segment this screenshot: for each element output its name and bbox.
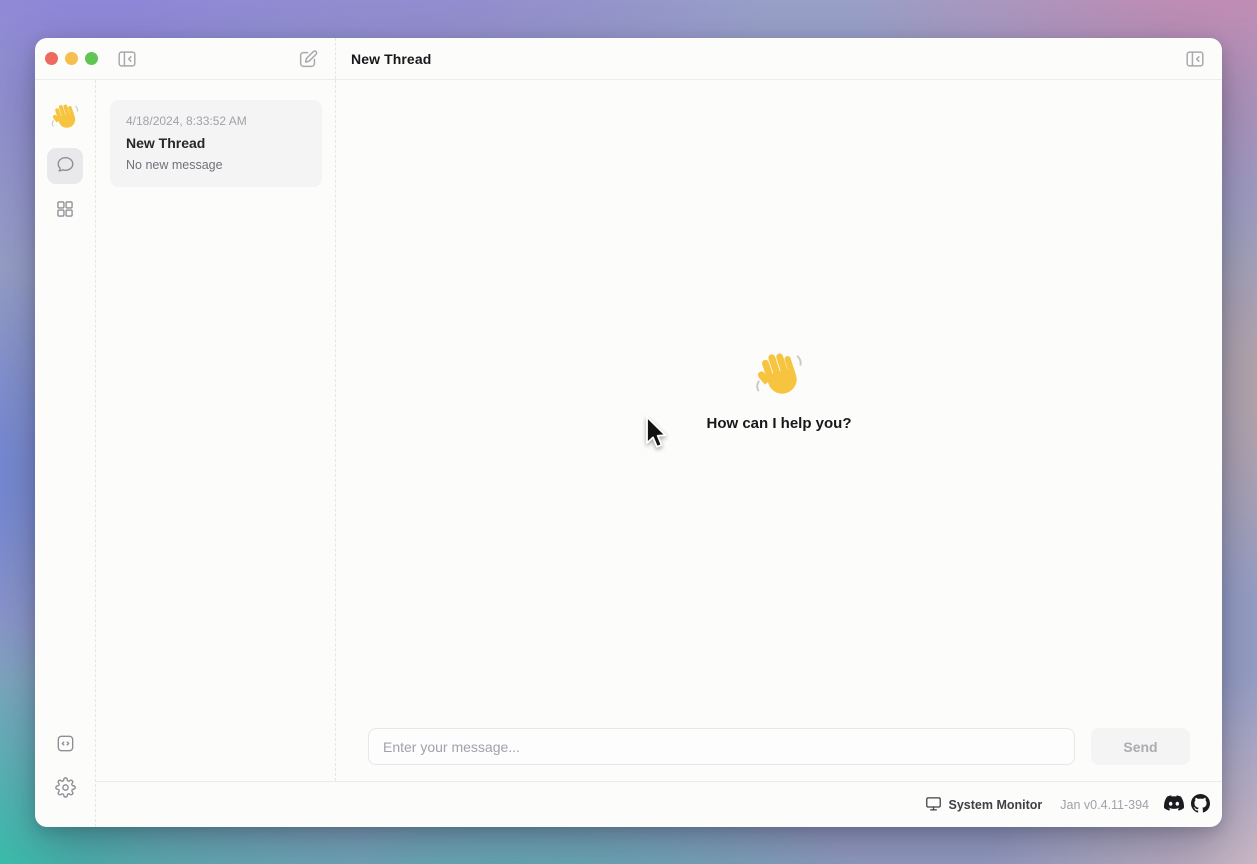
titlebar: New Thread (35, 38, 1222, 80)
status-bar: System Monitor Jan v0.4.11-394 (96, 781, 1222, 827)
app-version: Jan v0.4.11-394 (1060, 798, 1149, 812)
thread-list-item[interactable]: 4/18/2024, 8:33:52 AM New Thread No new … (110, 100, 322, 187)
waving-hand-emoji-icon (50, 102, 80, 137)
chat-main-area: How can I help you? Send (336, 80, 1222, 781)
system-monitor-toggle[interactable]: System Monitor (925, 795, 1043, 815)
message-composer: Send (336, 728, 1222, 765)
thread-list-panel: 4/18/2024, 8:33:52 AM New Thread No new … (96, 80, 336, 781)
discord-icon (1164, 793, 1184, 816)
sidebar-item-hub[interactable] (47, 192, 83, 228)
empty-chat-state: How can I help you? (336, 80, 1222, 728)
zoom-window-button[interactable] (85, 52, 98, 65)
collapse-right-panel-button[interactable] (1182, 46, 1208, 72)
sidebar-item-local-api-server[interactable] (47, 727, 83, 763)
sidebar-item-threads[interactable] (47, 148, 83, 184)
github-link[interactable] (1191, 794, 1210, 816)
app-body: 4/18/2024, 8:33:52 AM New Thread No new … (35, 80, 1222, 827)
thread-last-message: No new message (126, 157, 306, 173)
thread-title: New Thread (126, 134, 306, 152)
discord-link[interactable] (1164, 793, 1184, 816)
monitor-icon (925, 795, 942, 815)
github-icon (1191, 794, 1210, 816)
left-rail (35, 80, 96, 827)
jan-logo (50, 104, 80, 134)
app-window: New Thread (35, 38, 1222, 827)
system-monitor-label: System Monitor (949, 798, 1043, 812)
compose-icon (297, 48, 319, 70)
greeting-text: How can I help you? (706, 415, 851, 432)
titlebar-left-section (35, 38, 336, 79)
waving-hand-emoji-icon (753, 349, 805, 401)
code-server-icon (55, 733, 76, 757)
panel-collapse-right-icon (1184, 48, 1206, 70)
gear-icon (55, 777, 76, 801)
minimize-window-button[interactable] (65, 52, 78, 65)
panel-collapse-left-icon (116, 48, 138, 70)
chat-bubble-icon (55, 154, 76, 178)
send-button[interactable]: Send (1091, 728, 1190, 765)
footer-social-links (1164, 793, 1210, 816)
window-controls (45, 52, 98, 65)
message-input[interactable] (368, 728, 1075, 765)
sidebar-item-settings[interactable] (47, 771, 83, 807)
greeting-block: How can I help you? (706, 349, 851, 432)
close-window-button[interactable] (45, 52, 58, 65)
content-row: 4/18/2024, 8:33:52 AM New Thread No new … (96, 80, 1222, 781)
right-of-rail: 4/18/2024, 8:33:52 AM New Thread No new … (96, 80, 1222, 827)
new-thread-button[interactable] (295, 46, 321, 72)
collapse-left-panel-button[interactable] (114, 46, 140, 72)
page-title: New Thread (351, 51, 431, 67)
thread-timestamp: 4/18/2024, 8:33:52 AM (126, 114, 306, 129)
titlebar-main-section: New Thread (336, 38, 1222, 79)
grid-icon (55, 199, 75, 222)
